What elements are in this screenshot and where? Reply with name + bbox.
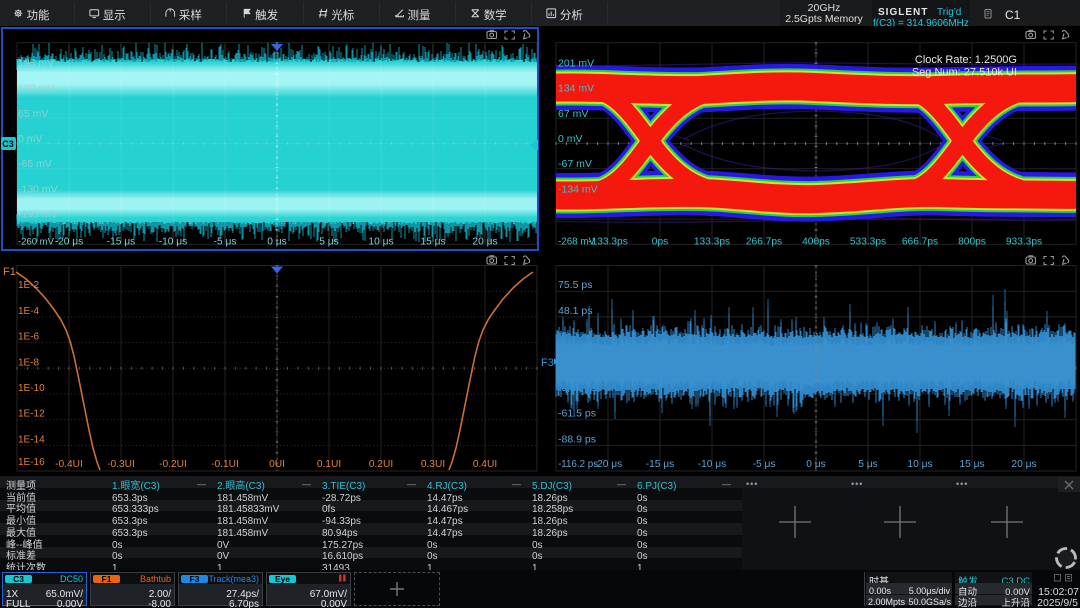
svg-text:-260 mV: -260 mV	[18, 237, 55, 248]
svg-text:1E-2: 1E-2	[18, 280, 40, 291]
svg-text:266.7ps: 266.7ps	[746, 237, 782, 248]
svg-text:1E-6: 1E-6	[18, 332, 40, 343]
svg-text:-133.3ps: -133.3ps	[588, 237, 628, 248]
svg-text:666.7ps: 666.7ps	[902, 237, 938, 248]
svg-text:5 μs: 5 μs	[319, 237, 338, 248]
svg-text:F1: F1	[3, 266, 16, 278]
svg-text:0.1UI: 0.1UI	[317, 459, 341, 470]
svg-text:800ps: 800ps	[958, 237, 986, 248]
svg-text:0.3UI: 0.3UI	[421, 459, 445, 470]
svg-text:-0.4UI: -0.4UI	[55, 459, 83, 470]
svg-text:20 μs: 20 μs	[1011, 459, 1036, 470]
svg-text:-20 μs: -20 μs	[594, 459, 623, 470]
svg-text:0.2UI: 0.2UI	[369, 459, 393, 470]
svg-text:-5 μs: -5 μs	[214, 237, 237, 248]
svg-text:-10 μs: -10 μs	[159, 237, 188, 248]
svg-text:-130 mV: -130 mV	[18, 183, 58, 195]
svg-text:134 mV: 134 mV	[558, 83, 594, 95]
svg-text:Seg Num: 27.510k UI: Seg Num: 27.510k UI	[912, 67, 1017, 79]
svg-text:133.3ps: 133.3ps	[694, 237, 730, 248]
svg-text:-116.2 ps: -116.2 ps	[558, 459, 598, 470]
svg-text:0 μs: 0 μs	[267, 237, 286, 248]
svg-text:5 μs: 5 μs	[858, 459, 877, 470]
svg-text:933.3ps: 933.3ps	[1006, 237, 1042, 248]
svg-text:400ps: 400ps	[802, 237, 830, 248]
svg-text:0UI: 0UI	[269, 459, 285, 470]
svg-text:10 μs: 10 μs	[907, 459, 932, 470]
svg-text:48.1 ps: 48.1 ps	[558, 305, 592, 317]
svg-text:1E-4: 1E-4	[18, 306, 40, 317]
svg-text:-88.9 ps: -88.9 ps	[558, 433, 596, 445]
svg-text:0 mV: 0 mV	[558, 133, 583, 145]
svg-text:-0.2UI: -0.2UI	[159, 459, 187, 470]
svg-text:-10 μs: -10 μs	[698, 459, 727, 470]
svg-text:-5 μs: -5 μs	[753, 459, 776, 470]
svg-text:75.5 ps: 75.5 ps	[558, 279, 592, 291]
svg-text:130 mV: 130 mV	[18, 83, 54, 95]
svg-text:-134 mV: -134 mV	[558, 183, 598, 195]
svg-text:1E-16: 1E-16	[18, 457, 45, 468]
svg-text:15 μs: 15 μs	[959, 459, 984, 470]
svg-text:20 μs: 20 μs	[472, 237, 497, 248]
svg-text:0 mV: 0 mV	[18, 133, 43, 145]
svg-text:195 mV: 195 mV	[18, 57, 54, 69]
svg-text:-0.3UI: -0.3UI	[107, 459, 135, 470]
svg-text:201 mV: 201 mV	[558, 57, 594, 69]
svg-text:15 μs: 15 μs	[420, 237, 445, 248]
svg-text:10 μs: 10 μs	[368, 237, 393, 248]
svg-text:1E-10: 1E-10	[18, 383, 45, 394]
svg-text:-195 mV: -195 mV	[18, 209, 58, 221]
svg-text:0.4UI: 0.4UI	[473, 459, 497, 470]
svg-text:F3: F3	[541, 357, 554, 369]
svg-text:1E-14: 1E-14	[18, 434, 45, 445]
svg-text:1E-8: 1E-8	[18, 357, 40, 368]
svg-text:-15 μs: -15 μs	[107, 237, 136, 248]
svg-text:C3: C3	[2, 139, 14, 149]
svg-text:67 mV: 67 mV	[558, 108, 588, 120]
svg-text:0ps: 0ps	[652, 237, 668, 248]
svg-text:-65 mV: -65 mV	[18, 158, 52, 170]
svg-text:1E-12: 1E-12	[18, 409, 45, 420]
svg-text:-20 μs: -20 μs	[55, 237, 84, 248]
svg-text:-61.5 ps: -61.5 ps	[558, 408, 596, 420]
svg-text:533.3ps: 533.3ps	[850, 237, 886, 248]
svg-text:-67 mV: -67 mV	[558, 158, 592, 170]
svg-text:Clock Rate: 1.2500G: Clock Rate: 1.2500G	[915, 54, 1017, 66]
svg-text:65 mV: 65 mV	[18, 108, 48, 120]
svg-text:-15 μs: -15 μs	[646, 459, 675, 470]
svg-text:-0.1UI: -0.1UI	[211, 459, 239, 470]
